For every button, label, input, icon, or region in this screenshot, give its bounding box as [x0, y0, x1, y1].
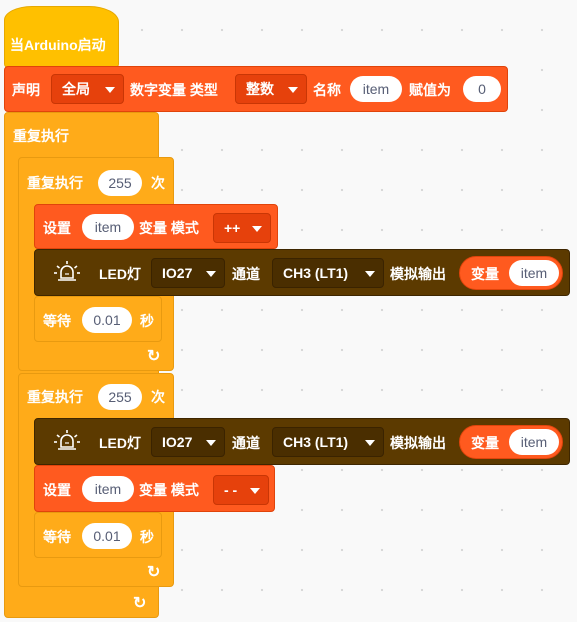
- wait-seconds-input[interactable]: 0.01: [82, 307, 132, 333]
- chevron-down-icon: [365, 271, 375, 277]
- wait-seconds-input[interactable]: 0.01: [82, 523, 132, 549]
- repeat-label: 重复执行: [27, 175, 83, 191]
- led-label: LED灯: [99, 266, 141, 282]
- variable-reporter[interactable]: 变量 item: [459, 256, 563, 290]
- chevron-down-icon: [288, 87, 298, 93]
- wait-label: 等待: [43, 529, 71, 545]
- channel-label: 通道: [232, 435, 260, 451]
- variable-name-input[interactable]: item: [82, 214, 134, 240]
- output-label: 模拟输出: [390, 435, 446, 451]
- data-type-dropdown[interactable]: 整数: [235, 74, 307, 104]
- loop-arrow-icon: ↻: [147, 564, 161, 581]
- led-bulb-icon: [54, 261, 80, 281]
- wait-label: 等待: [43, 313, 71, 329]
- repeat-label: 重复执行: [27, 389, 83, 405]
- chevron-down-icon: [252, 226, 262, 232]
- led-bulb-icon: [54, 430, 80, 450]
- declare-variable-block[interactable]: 声明 全局 数字变量 类型 整数 名称 item 赋值为 0: [4, 66, 508, 112]
- set-label: 设置: [43, 482, 71, 498]
- hat-block-label: 当Arduino启动: [10, 37, 106, 53]
- variable-reporter[interactable]: 变量 item: [459, 425, 563, 459]
- pin-value: IO27: [162, 265, 193, 281]
- variable-reporter-label: 变量: [471, 266, 499, 282]
- mode-label: 变量 模式: [139, 482, 199, 498]
- repeat-count-input[interactable]: 255: [98, 170, 142, 196]
- led-analog-output-block[interactable]: LED灯 IO27 通道 CH3 (LT1) 模拟输出 变量 item: [34, 249, 570, 296]
- wait-block[interactable]: 等待 0.01 秒: [34, 512, 162, 558]
- channel-value: CH3 (LT1): [283, 434, 349, 450]
- mode-dropdown[interactable]: - -: [213, 475, 269, 505]
- pin-dropdown[interactable]: IO27: [151, 427, 225, 457]
- name-label: 名称: [313, 82, 341, 98]
- variable-name-input[interactable]: item: [82, 476, 134, 502]
- variable-name-input[interactable]: item: [509, 260, 559, 286]
- variable-reporter-label: 变量: [471, 435, 499, 451]
- pin-dropdown[interactable]: IO27: [151, 258, 225, 288]
- chevron-down-icon: [105, 87, 115, 93]
- type-label: 数字变量 类型: [130, 82, 218, 98]
- channel-dropdown[interactable]: CH3 (LT1): [272, 258, 384, 288]
- scope-dropdown[interactable]: 全局: [51, 74, 124, 104]
- output-label: 模拟输出: [390, 266, 446, 282]
- initial-value-input[interactable]: 0: [463, 76, 501, 102]
- chevron-down-icon: [206, 271, 216, 277]
- mode-label: 变量 模式: [139, 220, 199, 236]
- pin-value: IO27: [162, 434, 193, 450]
- mode-value: - -: [224, 482, 238, 498]
- init-label: 赋值为: [409, 82, 451, 98]
- seconds-unit-label: 秒: [140, 313, 154, 329]
- loop-arrow-icon: ↻: [133, 595, 147, 612]
- seconds-unit-label: 秒: [140, 529, 154, 545]
- led-label: LED灯: [99, 435, 141, 451]
- times-label: 次: [151, 389, 165, 405]
- channel-value: CH3 (LT1): [283, 265, 349, 281]
- set-variable-block[interactable]: 设置 item 变量 模式 ++: [34, 204, 278, 249]
- scope-value: 全局: [62, 81, 90, 97]
- wait-block[interactable]: 等待 0.01 秒: [34, 296, 162, 342]
- led-analog-output-block[interactable]: LED灯 IO27 通道 CH3 (LT1) 模拟输出 变量 item: [34, 418, 570, 465]
- forever-block-label: 重复执行: [13, 128, 69, 144]
- data-type-value: 整数: [246, 81, 274, 97]
- variable-name-input[interactable]: item: [509, 429, 559, 455]
- set-variable-block[interactable]: 设置 item 变量 模式 - -: [34, 465, 275, 512]
- channel-label: 通道: [232, 266, 260, 282]
- loop-arrow-icon: ↻: [147, 348, 161, 365]
- variable-name-input[interactable]: item: [350, 76, 402, 102]
- repeat-count-input[interactable]: 255: [98, 384, 142, 410]
- set-label: 设置: [43, 220, 71, 236]
- chevron-down-icon: [206, 440, 216, 446]
- channel-dropdown[interactable]: CH3 (LT1): [272, 427, 384, 457]
- hat-block-arduino-start[interactable]: 当Arduino启动: [4, 6, 119, 68]
- chevron-down-icon: [250, 488, 260, 494]
- chevron-down-icon: [365, 440, 375, 446]
- declare-label: 声明: [12, 82, 40, 98]
- mode-value: ++: [224, 220, 241, 236]
- mode-dropdown[interactable]: ++: [213, 213, 271, 243]
- times-label: 次: [151, 175, 165, 191]
